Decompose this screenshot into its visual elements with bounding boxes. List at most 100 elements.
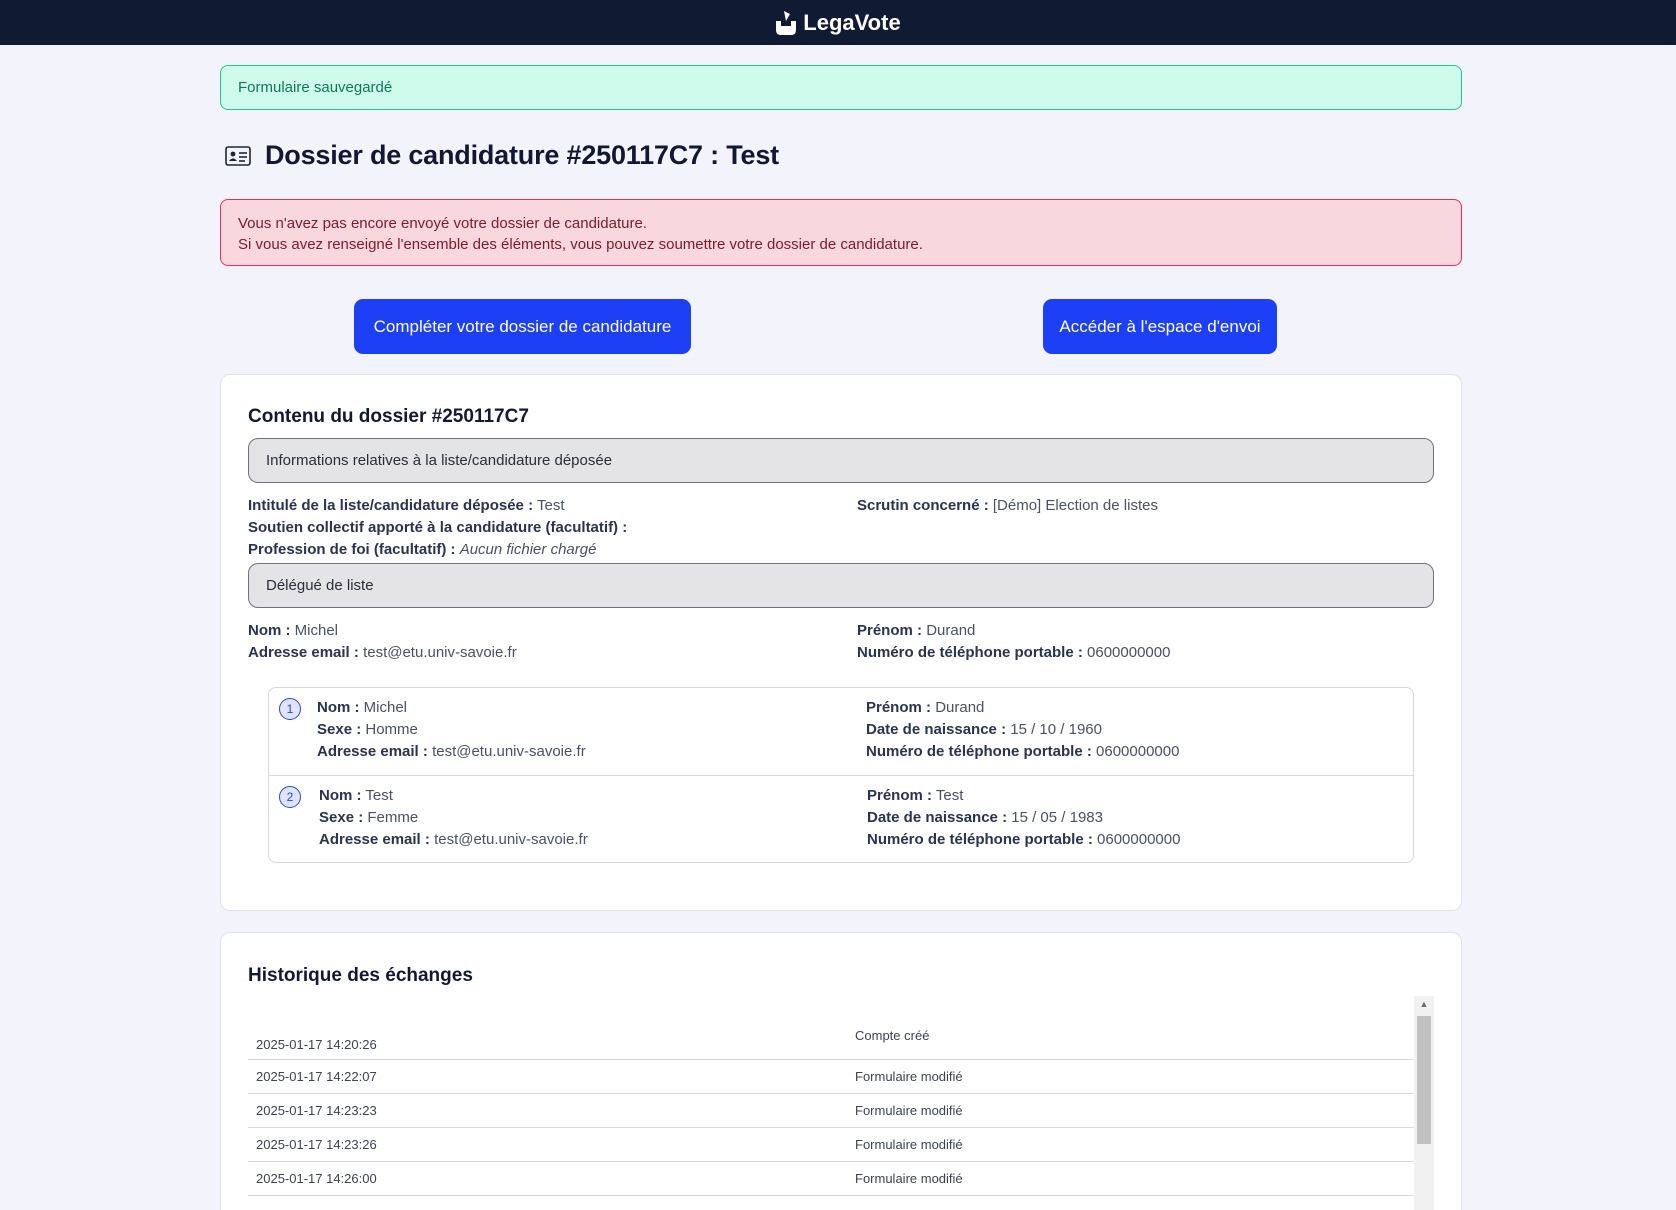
field-value: Test: [536, 497, 565, 514]
access-send-space-button[interactable]: Accéder à l'espace d'envoi: [1043, 299, 1277, 354]
field-label: Scrutin concerné :: [857, 497, 989, 514]
brand-name: LegaVote: [803, 9, 901, 35]
field-value: 0600000000: [1096, 743, 1180, 760]
history-date: 2025-01-17 14:23:26: [256, 1137, 377, 1152]
field-value: Aucun fichier chargé: [459, 541, 597, 558]
field-label: Adresse email :: [248, 644, 359, 661]
candidate-phone-field: Numéro de téléphone portable : 060000000…: [866, 743, 1179, 760]
candidates-list: 1 Nom : Michel Sexe : Homme Adresse emai…: [268, 687, 1414, 863]
candidate-birthdate-field: Date de naissance : 15 / 05 / 1983: [867, 809, 1103, 826]
field-value: test@etu.univ-savoie.fr: [432, 743, 586, 760]
history-event: Formulaire modifié: [855, 1103, 963, 1118]
success-alert: Formulaire sauvegardé: [220, 65, 1462, 110]
field-label: Nom :: [319, 787, 362, 804]
field-value: [Démo] Election de listes: [992, 497, 1158, 514]
section-header-label: Informations relatives à la liste/candid…: [266, 452, 613, 469]
field-value: Homme: [365, 721, 418, 738]
history-date: 2025-01-17 14:26:00: [256, 1171, 377, 1186]
candidate-nom-field: Nom : Michel: [317, 699, 407, 716]
field-label: Nom :: [248, 622, 291, 639]
history-row: 2025-01-17 14:20:26 Compte créé: [248, 996, 1414, 1060]
history-event: Formulaire modifié: [855, 1069, 963, 1084]
section-header-delegate: Délégué de liste: [248, 563, 1434, 608]
history-row: 2025-01-17 14:22:07 Formulaire modifié: [248, 1060, 1414, 1094]
field-label: Intitulé de la liste/candidature déposée…: [248, 497, 534, 514]
field-label: Sexe :: [317, 721, 362, 738]
field-value: Durand: [935, 699, 985, 716]
field-value: Test: [365, 787, 393, 804]
history-event: Formulaire modifié: [855, 1137, 963, 1152]
candidate-number-badge: 2: [279, 786, 301, 808]
history-scrollbar[interactable]: ▲ ▼: [1414, 996, 1434, 1210]
warning-alert: Vous n'avez pas encore envoyé votre doss…: [220, 199, 1462, 266]
field-value: 15 / 05 / 1983: [1011, 809, 1103, 826]
field-label: Prénom :: [867, 787, 933, 804]
field-label: Numéro de téléphone portable :: [857, 644, 1083, 661]
list-divider: [269, 775, 1413, 776]
id-card-icon: [225, 145, 251, 166]
candidate-number-badge: 1: [279, 698, 301, 720]
history-row: 2025-01-17 14:23:23 Formulaire modifié: [248, 1094, 1414, 1128]
delegate-nom-field: Nom : Michel: [248, 622, 338, 639]
field-value: Durand: [926, 622, 976, 639]
profession-field: Profession de foi (facultatif) : Aucun f…: [248, 541, 596, 558]
page-title: Dossier de candidature #250117C7 : Test: [265, 140, 779, 170]
history-date: 2025-01-17 14:22:07: [256, 1069, 377, 1084]
dossier-content-title: Contenu du dossier #250117C7: [248, 406, 529, 427]
field-value: test@etu.univ-savoie.fr: [434, 831, 588, 848]
field-value: 0600000000: [1097, 831, 1181, 848]
page-title-row: Dossier de candidature #250117C7 : Test: [225, 140, 779, 171]
candidate-prenom-field: Prénom : Durand: [866, 699, 984, 716]
field-label: Profession de foi (facultatif) :: [248, 541, 456, 558]
dossier-content-card: Contenu du dossier #250117C7 Information…: [220, 374, 1462, 911]
history-row: 2025-01-17 14:23:26 Formulaire modifié: [248, 1128, 1414, 1162]
candidate-nom-field: Nom : Test: [319, 787, 393, 804]
field-label: Prénom :: [866, 699, 932, 716]
candidate-phone-field: Numéro de téléphone portable : 060000000…: [867, 831, 1180, 848]
top-navbar: LegaVote: [0, 0, 1676, 45]
scrutin-field: Scrutin concerné : [Démo] Election de li…: [857, 497, 1158, 514]
field-label: Sexe :: [319, 809, 364, 826]
history-event: Formulaire modifié: [855, 1171, 963, 1186]
candidate-birthdate-field: Date de naissance : 15 / 10 / 1960: [866, 721, 1102, 738]
history-card: Historique des échanges 2025-01-17 14:20…: [220, 932, 1462, 1210]
candidate-sexe-field: Sexe : Femme: [319, 809, 418, 826]
field-label: Numéro de téléphone portable :: [867, 831, 1093, 848]
field-label: Adresse email :: [319, 831, 430, 848]
warning-alert-line1: Vous n'avez pas encore envoyé votre doss…: [238, 215, 647, 232]
history-date: 2025-01-17 14:20:26: [256, 1037, 377, 1052]
candidate-email-field: Adresse email : test@etu.univ-savoie.fr: [319, 831, 588, 848]
soutien-field: Soutien collectif apporté à la candidatu…: [248, 519, 627, 536]
scroll-up-arrow-icon[interactable]: ▲: [1414, 996, 1434, 1012]
field-label: Nom :: [317, 699, 360, 716]
delegate-phone-field: Numéro de téléphone portable : 060000000…: [857, 644, 1170, 661]
list-title-field: Intitulé de la liste/candidature déposée…: [248, 497, 565, 514]
field-value: Test: [935, 787, 964, 804]
section-header-list-info: Informations relatives à la liste/candid…: [248, 438, 1434, 483]
field-label: Soutien collectif apporté à la candidatu…: [248, 519, 628, 536]
brand-logo[interactable]: LegaVote: [775, 9, 901, 36]
candidate-sexe-field: Sexe : Homme: [317, 721, 418, 738]
field-value: 0600000000: [1087, 644, 1171, 661]
field-label: Date de naissance :: [867, 809, 1008, 826]
field-value: Femme: [367, 809, 419, 826]
success-alert-text: Formulaire sauvegardé: [238, 79, 393, 96]
field-label: Adresse email :: [317, 743, 428, 760]
history-title: Historique des échanges: [248, 965, 473, 986]
field-value: 15 / 10 / 1960: [1010, 721, 1102, 738]
history-list[interactable]: 2025-01-17 14:20:26 Compte créé 2025-01-…: [248, 996, 1434, 1210]
history-date: 2025-01-17 14:23:23: [256, 1103, 377, 1118]
history-row: 2025-01-17 14:26:00 Formulaire modifié: [248, 1162, 1414, 1196]
legavote-logo-icon: [776, 10, 797, 35]
field-label: Numéro de téléphone portable :: [866, 743, 1092, 760]
field-label: Prénom :: [857, 622, 923, 639]
complete-dossier-button[interactable]: Compléter votre dossier de candidature: [354, 299, 691, 354]
candidate-prenom-field: Prénom : Test: [867, 787, 963, 804]
candidate-email-field: Adresse email : test@etu.univ-savoie.fr: [317, 743, 586, 760]
section-header-label: Délégué de liste: [266, 577, 374, 594]
field-value: Michel: [363, 699, 408, 716]
field-value: test@etu.univ-savoie.fr: [363, 644, 517, 661]
history-event: Compte créé: [855, 1028, 930, 1043]
delegate-email-field: Adresse email : test@etu.univ-savoie.fr: [248, 644, 517, 661]
scrollbar-thumb[interactable]: [1417, 1016, 1431, 1144]
